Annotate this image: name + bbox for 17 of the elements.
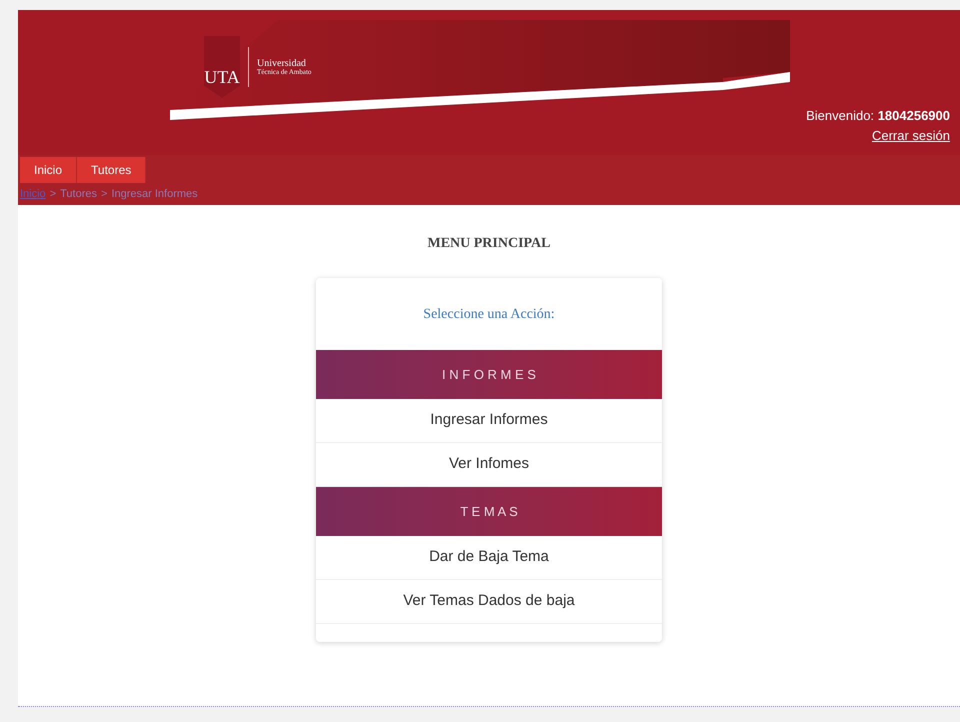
menu-item[interactable]: Dar de Baja Tema (316, 536, 662, 580)
breadcrumb-separator: > (50, 187, 56, 202)
page-title: MENU PRINCIPAL (427, 235, 550, 253)
menu-prompt: Seleccione una Acción: (423, 306, 555, 324)
breadcrumb-item: Ingresar Informes (111, 187, 198, 202)
menu-item[interactable]: Ver Infomes (316, 443, 662, 487)
shield-logo: UTA (204, 36, 240, 98)
breadcrumb-item: Tutores (60, 187, 98, 202)
nav-tab[interactable]: Inicio (20, 157, 78, 183)
welcome-text: Bienvenido: 1804256900 (806, 107, 950, 125)
logout-link[interactable]: Cerrar sesión (872, 126, 950, 145)
nav-tab[interactable]: Tutores (77, 157, 146, 183)
breadcrumb-separator: > (101, 187, 108, 202)
menu-item[interactable]: Ingresar Informes (316, 399, 662, 443)
section-header: I N F O R M E S (316, 350, 662, 399)
section-header: T E M A S (316, 487, 662, 536)
menu-item[interactable]: Ver Temas Dados de baja (316, 580, 662, 624)
